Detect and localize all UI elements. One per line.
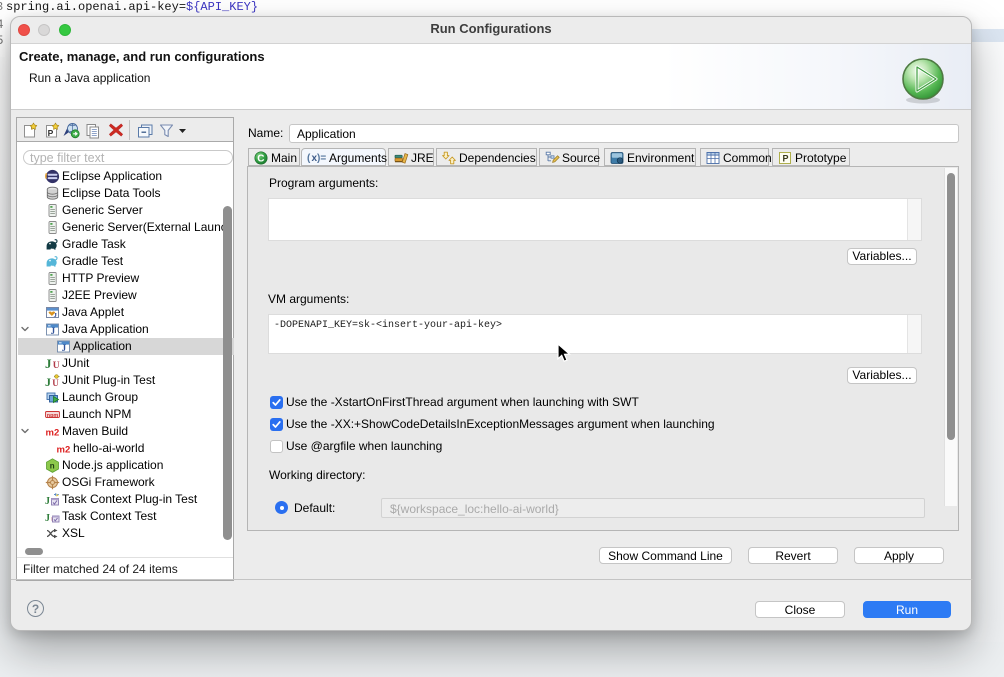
svg-text:n: n bbox=[50, 462, 55, 471]
svg-text:npm: npm bbox=[47, 413, 59, 419]
svg-text:m2: m2 bbox=[57, 445, 71, 456]
svg-text:U: U bbox=[53, 361, 60, 371]
svg-text:P: P bbox=[48, 128, 54, 138]
svg-text:J: J bbox=[62, 343, 67, 353]
svg-text:m2: m2 bbox=[46, 428, 60, 439]
svg-text:(: ( bbox=[307, 153, 311, 164]
svg-text:J: J bbox=[45, 375, 51, 388]
svg-text:U: U bbox=[52, 378, 59, 388]
svg-text:P: P bbox=[783, 154, 789, 164]
svg-text:J: J bbox=[45, 513, 50, 524]
svg-text:J: J bbox=[51, 326, 56, 336]
svg-text:C: C bbox=[257, 154, 264, 165]
svg-text:J: J bbox=[45, 356, 52, 371]
svg-text:J: J bbox=[45, 496, 50, 507]
svg-text:)=: )= bbox=[317, 153, 326, 164]
